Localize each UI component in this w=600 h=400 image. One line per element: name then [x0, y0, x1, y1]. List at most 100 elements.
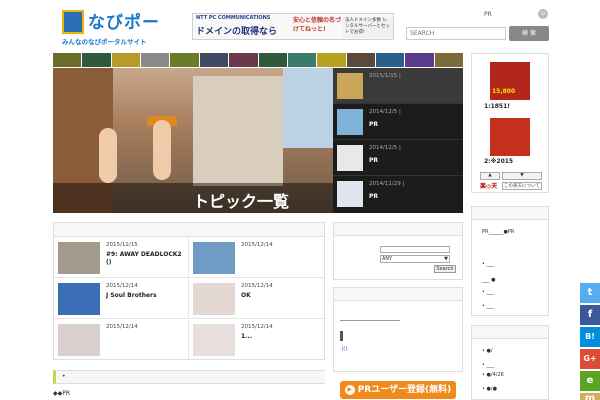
banner-corp: NTT PC COMMUNICATIONS	[196, 15, 271, 21]
list-item[interactable]: • ___	[482, 362, 494, 368]
nav-item-10[interactable]	[317, 53, 346, 67]
article-title[interactable]: 1...	[241, 333, 321, 341]
widget-search-input[interactable]	[380, 246, 450, 253]
evernote-icon[interactable]: e	[580, 371, 600, 391]
search-input[interactable]	[406, 27, 506, 40]
topic-title: PR	[369, 121, 379, 128]
pr-user-register-button[interactable]: ▶ PRユーザー登録(無料)	[340, 381, 456, 399]
nav-item-5[interactable]	[170, 53, 199, 67]
article-card[interactable]: 2015/12/14 OK	[189, 279, 324, 319]
topic-item[interactable]: 2014/12/5 | PR	[333, 140, 463, 176]
ad-label-2[interactable]: 2:※2015	[484, 158, 513, 165]
nav-item-4[interactable]	[141, 53, 170, 67]
top-link-pr[interactable]: PR	[484, 11, 492, 18]
mixi-icon[interactable]: m	[580, 393, 600, 400]
ad-product-image-2[interactable]	[490, 118, 530, 156]
topic-thumbnail	[337, 73, 363, 99]
play-icon: ▶	[344, 385, 355, 395]
divider	[340, 320, 400, 321]
topic-item[interactable]: 2014/12/5 | PR	[333, 104, 463, 140]
article-title[interactable]: J Soul Brothers	[106, 292, 186, 300]
list-item[interactable]: • ●/●	[482, 386, 497, 392]
ad-product-image-1[interactable]: 15,800	[490, 62, 530, 100]
article-date: 2015/12/14	[241, 242, 273, 248]
topic-thumbnail	[337, 109, 363, 135]
topic-date: 2015/1/15 |	[369, 73, 401, 79]
ad-label-1[interactable]: 1:1851!	[484, 103, 510, 110]
nav-item-9[interactable]	[287, 53, 317, 67]
article-card[interactable]: 2015/12/14 1...	[189, 320, 324, 360]
ad-price: 15,800	[492, 88, 516, 95]
nav-item-12[interactable]	[375, 53, 405, 67]
list-item[interactable]: • ___	[482, 289, 494, 295]
article-card[interactable]: 2015/12/14	[54, 320, 189, 360]
article-thumbnail	[58, 283, 100, 315]
article-title[interactable]: #9: AWAY DEADLOCK2 ()	[106, 251, 186, 267]
nav-item-7[interactable]	[229, 53, 258, 67]
list-item[interactable]: PR______●PR	[482, 229, 514, 235]
site-logo[interactable]: なびポー	[88, 8, 160, 33]
category-nav	[53, 53, 464, 67]
widget-link[interactable]: .|().	[340, 346, 349, 352]
topic-item[interactable]: 2014/11/29 | PR	[333, 176, 463, 212]
topic-item[interactable]: 2015/1/15 |	[333, 68, 463, 104]
right-list-widget: PR______●PR • ___ ___ ● • ___ • ___	[471, 206, 549, 316]
list-item[interactable]: • ___	[482, 303, 494, 309]
nav-item-11[interactable]	[346, 53, 375, 67]
nav-item-13[interactable]	[405, 53, 434, 67]
nav-item-8[interactable]	[258, 53, 287, 67]
article-card[interactable]: 2015/12/15 #9: AWAY DEADLOCK2 ()	[54, 238, 189, 278]
banner-slogan: 安心と信頼の名づけてねっと!	[293, 17, 342, 33]
nav-item-2[interactable]	[82, 53, 111, 67]
widget-header	[472, 326, 548, 339]
ad-next-button[interactable]: ▼	[502, 172, 542, 180]
topic-date: 2014/11/29 |	[369, 181, 405, 187]
topic-title: PR	[369, 157, 379, 164]
ad-prev-button[interactable]: ▲	[480, 172, 500, 180]
rss-icon[interactable]: ⊙	[538, 9, 548, 19]
article-thumbnail	[193, 324, 235, 356]
hero-building-center	[193, 76, 283, 186]
widget-search-button[interactable]: Search	[434, 265, 456, 273]
widget-header	[472, 207, 548, 220]
article-card[interactable]: 2015/12/14 J Soul Brothers	[54, 279, 189, 319]
article-date: 2015/12/14	[106, 283, 138, 289]
header-banner-ad[interactable]: NTT PC COMMUNICATIONS ドメインの取得なら 安心と信頼の名づ…	[192, 13, 394, 40]
topic-thumbnail	[337, 181, 363, 207]
googleplus-icon[interactable]: G+	[580, 349, 600, 369]
category-select-value: ANY	[382, 256, 393, 262]
logo-icon[interactable]	[62, 10, 84, 34]
right-list-widget-2: • ●/ • ___ • ●/4/26 • ●/●	[471, 325, 549, 400]
list-item[interactable]: • ●/	[482, 348, 493, 354]
list-item[interactable]: ___ ●	[482, 277, 495, 283]
article-date: 2015/12/14	[241, 283, 273, 289]
facebook-icon[interactable]: f	[580, 305, 600, 325]
nav-item-1[interactable]	[53, 53, 82, 67]
topic-list: 2015/1/15 | 2014/12/5 | PR 2014/12/5 | P…	[333, 68, 463, 213]
rakuten-logo[interactable]: 楽◎天	[480, 181, 497, 190]
links-widget	[333, 287, 463, 372]
section-heading-text: •	[62, 373, 66, 380]
banner-right-text: 法人ドメイン多数 レンタルサーバーとセットでお得!	[343, 17, 393, 38]
widget-header	[334, 223, 462, 236]
article-thumbnail	[58, 242, 100, 274]
topic-title: PR	[369, 193, 379, 200]
category-select[interactable]: ANY ▼	[380, 255, 450, 263]
rakuten-info-link[interactable]: この楽天について	[502, 182, 542, 190]
list-item[interactable]: • ___	[482, 261, 494, 267]
article-thumbnail	[58, 324, 100, 356]
pr-label[interactable]: ◆◆PR	[53, 390, 70, 397]
article-date: 2015/12/14	[106, 324, 138, 330]
twitter-icon[interactable]: t	[580, 283, 600, 303]
hero-slider-image[interactable]: トピック一覧	[53, 68, 333, 213]
list-item[interactable]: • ●/4/26	[482, 372, 504, 378]
nav-item-14[interactable]	[434, 53, 464, 67]
article-card[interactable]: 2015/12/14	[189, 238, 324, 278]
hero-finger-character-1	[99, 128, 117, 183]
article-title[interactable]: OK	[241, 292, 321, 300]
nav-item-6[interactable]	[199, 53, 229, 67]
hatena-icon[interactable]: B!	[580, 327, 600, 347]
nav-item-3[interactable]	[111, 53, 141, 67]
article-thumbnail	[193, 242, 235, 274]
search-button[interactable]: 検 索	[509, 26, 549, 41]
